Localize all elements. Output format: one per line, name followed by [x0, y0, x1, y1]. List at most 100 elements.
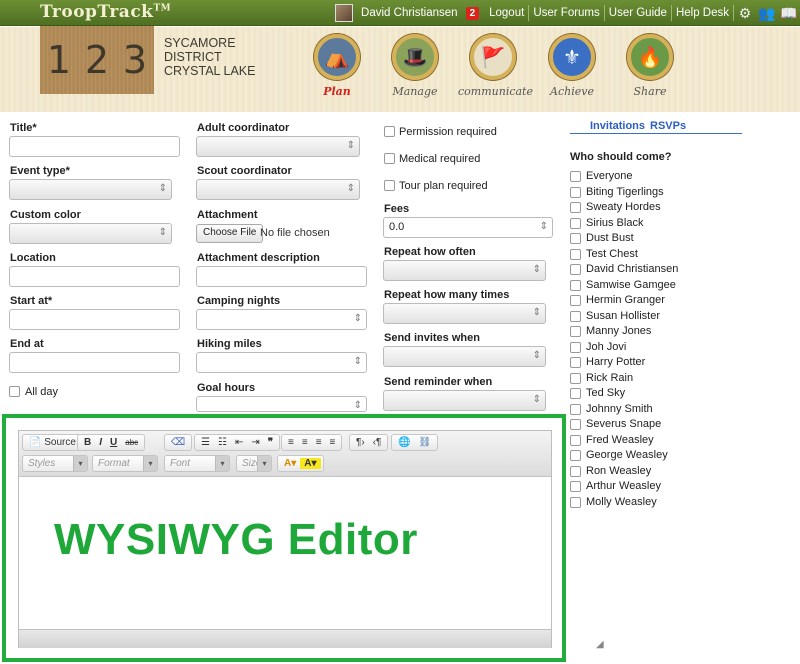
invitee-checkbox[interactable]	[570, 465, 581, 477]
link-icon[interactable]: 🌐	[394, 437, 414, 448]
invitee-name: Test Chest	[586, 247, 638, 260]
start-at-field[interactable]	[9, 309, 180, 330]
avatar[interactable]	[335, 4, 354, 22]
send-invites-label: Send invites when	[384, 332, 480, 344]
nav-plan[interactable]: ⛺ Plan	[302, 34, 372, 98]
location-field[interactable]	[9, 266, 180, 287]
format-dropdown[interactable]: Format ▾	[92, 455, 158, 472]
choose-file-button[interactable]: Choose File	[196, 224, 264, 243]
user-name-link[interactable]: David Christiansen	[357, 5, 462, 21]
invitee-name: Severus Snape	[586, 418, 662, 430]
camping-nights-field[interactable]	[196, 309, 367, 330]
bullet-list-icon[interactable]: ☷	[214, 437, 231, 448]
invitee-checkbox[interactable]	[570, 295, 581, 306]
invitee-name: Manny Jones	[586, 325, 652, 337]
size-dropdown[interactable]: Size ▾	[236, 455, 272, 472]
justify-icon[interactable]: ≡	[326, 437, 340, 448]
invitee-checkbox[interactable]	[570, 186, 581, 198]
fees-field[interactable]: 0.0	[383, 217, 553, 238]
source-group: 📄 Source	[22, 434, 83, 451]
invitee-checkbox[interactable]	[570, 341, 581, 353]
invitee-checkbox[interactable]	[570, 171, 581, 182]
strikethrough-button[interactable]: abc	[121, 438, 142, 447]
resize-grip-icon[interactable]: ◢	[596, 639, 604, 650]
bold-button[interactable]: B	[80, 437, 95, 448]
invitee-checkbox[interactable]	[570, 326, 581, 337]
font-dropdown[interactable]: Font ▾	[164, 455, 230, 472]
book-icon[interactable]: 📖	[779, 3, 799, 23]
repeat-times-select[interactable]	[383, 303, 546, 324]
invitee-checkbox[interactable]	[570, 481, 581, 492]
logout-link[interactable]: Logout	[485, 5, 530, 21]
rtl-icon[interactable]: ‹¶	[369, 437, 386, 448]
send-reminder-label: Send reminder when	[384, 376, 493, 388]
invitee-checkbox[interactable]	[570, 279, 581, 291]
send-reminder-select[interactable]	[383, 390, 546, 411]
invitee-checkbox[interactable]	[570, 372, 581, 384]
help-desk-link[interactable]: Help Desk	[672, 5, 734, 21]
nav-share[interactable]: 🔥 Share	[615, 34, 685, 98]
end-at-field[interactable]	[9, 352, 180, 373]
medical-required-checkbox[interactable]	[384, 153, 395, 164]
scout-coordinator-select[interactable]	[196, 179, 360, 200]
invitee-checkbox[interactable]	[570, 419, 581, 430]
gear-icon[interactable]: ⚙	[735, 3, 755, 23]
tab-invitations[interactable]: Invitations	[590, 120, 645, 132]
align-right-icon[interactable]: ≡	[312, 437, 326, 448]
troop-number: 1 2 3	[40, 26, 154, 94]
nav-manage[interactable]: 🎩 Manage	[380, 34, 450, 98]
italic-button[interactable]: I	[95, 437, 106, 448]
unlink-icon[interactable]: ⛓	[414, 437, 435, 448]
adult-coordinator-select[interactable]	[196, 136, 360, 157]
hiking-miles-field[interactable]	[196, 352, 367, 373]
start-at-label: Start at*	[10, 295, 53, 307]
invitee-checkbox[interactable]	[570, 450, 581, 461]
goal-hours-field[interactable]	[196, 396, 367, 412]
notification-badge[interactable]: 2	[465, 6, 480, 20]
outdent-icon[interactable]: ⇤	[231, 437, 247, 448]
nav-achieve[interactable]: ⚜ Achieve	[537, 34, 607, 98]
user-forums-link[interactable]: User Forums	[529, 5, 605, 21]
ltr-icon[interactable]: ¶›	[352, 437, 369, 448]
app-logo[interactable]: TroopTrackTM	[40, 2, 171, 22]
invitee-checkbox[interactable]	[570, 217, 581, 229]
styles-dropdown[interactable]: Styles ▾	[22, 455, 88, 472]
users-icon[interactable]: 👥	[757, 3, 777, 23]
invitee-checkbox[interactable]	[570, 434, 581, 446]
invitee-checkbox[interactable]	[570, 233, 581, 244]
nav-communicate[interactable]: 🚩 communicate	[458, 34, 533, 98]
eraser-icon[interactable]: ⌫	[167, 437, 189, 448]
invitee-name: Arthur Weasley	[586, 480, 661, 492]
align-left-icon[interactable]: ≡	[284, 437, 298, 448]
underline-button[interactable]: U	[106, 437, 121, 448]
send-invites-select[interactable]	[383, 346, 546, 367]
attachment-description-field[interactable]	[196, 266, 367, 287]
blockquote-icon[interactable]: ❞	[264, 437, 277, 448]
event-type-select[interactable]	[9, 179, 172, 200]
text-color-icon[interactable]: A▾	[280, 458, 300, 469]
invitee-checkbox[interactable]	[570, 264, 581, 275]
invitee-checkbox[interactable]	[570, 357, 581, 368]
custom-color-select[interactable]	[9, 223, 172, 244]
title-field[interactable]	[9, 136, 180, 157]
tour-plan-required-checkbox[interactable]	[384, 180, 395, 191]
source-button[interactable]: 📄 Source	[25, 437, 80, 448]
hiking-miles-label: Hiking miles	[197, 338, 262, 350]
permission-required-checkbox[interactable]	[384, 126, 395, 137]
invitee-checkbox[interactable]	[570, 248, 581, 260]
repeat-often-select[interactable]	[383, 260, 546, 281]
invitee-checkbox[interactable]	[570, 496, 581, 508]
chevron-down-icon: ▾	[143, 456, 157, 471]
invitee-name: David Christiansen	[586, 263, 679, 275]
invitee-checkbox[interactable]	[570, 310, 581, 322]
all-day-checkbox[interactable]	[9, 386, 20, 397]
invitee-checkbox[interactable]	[570, 403, 581, 415]
user-guide-link[interactable]: User Guide	[605, 5, 672, 21]
invitee-checkbox[interactable]	[570, 388, 581, 399]
tab-rsvps[interactable]: RSVPs	[650, 120, 686, 132]
align-center-icon[interactable]: ≡	[298, 437, 312, 448]
invitee-checkbox[interactable]	[570, 202, 581, 213]
numbered-list-icon[interactable]: ☰	[197, 437, 214, 448]
indent-icon[interactable]: ⇥	[247, 437, 263, 448]
background-color-icon[interactable]: A▾	[300, 458, 321, 469]
